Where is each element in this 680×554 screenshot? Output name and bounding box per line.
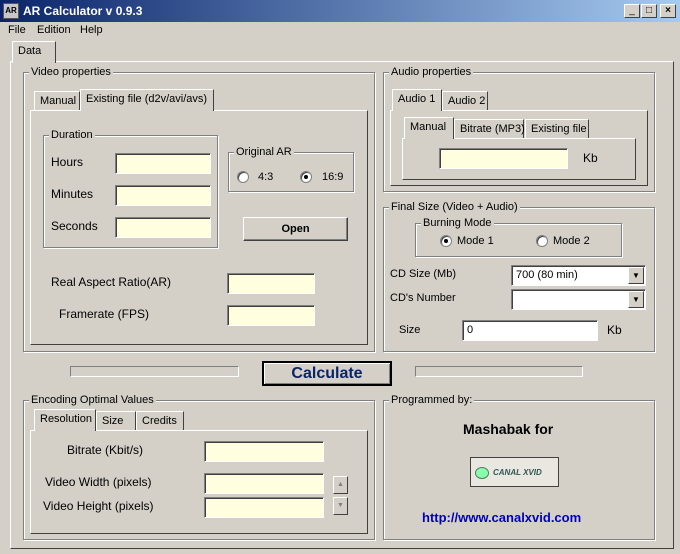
audio-size-unit: Kb — [583, 151, 598, 165]
audio-size-field[interactable] — [439, 148, 568, 169]
app-icon[interactable]: AR — [3, 3, 19, 19]
original-ar-legend: Original AR — [234, 146, 294, 158]
tab-video-existing-file[interactable]: Existing file (d2v/avi/avs) — [80, 89, 214, 111]
canalxvid-logo: CANAL XVID — [470, 457, 559, 487]
spin-down-button[interactable]: ▼ — [333, 497, 348, 515]
window-title: AR Calculator v 0.9.3 — [23, 4, 143, 18]
tab-audio-2[interactable]: Audio 2 — [442, 91, 488, 111]
menu-file[interactable]: File — [8, 24, 26, 36]
ar-4-3-radio[interactable] — [237, 171, 249, 183]
mode-1-radio[interactable] — [440, 235, 452, 247]
video-height-label: Video Height (pixels) — [43, 499, 154, 513]
tab-audio-existing-file[interactable]: Existing file — [525, 119, 589, 139]
chevron-down-icon[interactable]: ▼ — [628, 267, 644, 284]
credits-legend: Programmed by: — [389, 394, 475, 406]
author-text: Mashabak for — [463, 421, 554, 437]
menu-help[interactable]: Help — [80, 24, 103, 36]
hours-label: Hours — [51, 155, 84, 169]
seconds-label: Seconds — [51, 219, 98, 233]
open-button[interactable]: Open — [243, 217, 348, 241]
tab-audio-manual[interactable]: Manual — [404, 117, 454, 139]
minimize-button[interactable]: _ — [624, 4, 640, 18]
tab-audio-1[interactable]: Audio 1 — [392, 89, 442, 111]
ar-16-9-label: 16:9 — [322, 171, 344, 183]
bitrate-field[interactable] — [204, 441, 324, 462]
logo-text: CANAL XVID — [493, 468, 542, 477]
audio-properties-legend: Audio properties — [389, 66, 474, 78]
cd-size-select[interactable]: 700 (80 min) ▼ — [511, 265, 646, 286]
framerate-field[interactable] — [227, 305, 315, 326]
spin-up-button[interactable]: ▲ — [333, 476, 348, 494]
burning-mode-legend: Burning Mode — [421, 217, 494, 229]
calculate-button[interactable]: Calculate — [262, 361, 392, 386]
duration-legend: Duration — [49, 129, 95, 141]
hours-field[interactable] — [115, 153, 211, 174]
size-unit: Kb — [607, 323, 622, 337]
minutes-field[interactable] — [115, 185, 211, 206]
maximize-button[interactable]: □ — [641, 4, 657, 18]
framerate-label: Framerate (FPS) — [59, 307, 150, 321]
cd-number-select[interactable]: ▼ — [511, 289, 646, 310]
minutes-label: Minutes — [51, 187, 94, 201]
ar-4-3-label: 4:3 — [258, 171, 274, 183]
cd-number-label: CD's Number — [390, 292, 456, 304]
tab-credits[interactable]: Credits — [136, 411, 184, 431]
radio-selected-dot — [444, 239, 448, 243]
encoding-legend: Encoding Optimal Values — [29, 394, 156, 406]
mode-2-label: Mode 2 — [553, 235, 590, 247]
tab-resolution[interactable]: Resolution — [34, 409, 96, 431]
final-size-legend: Final Size (Video + Audio) — [389, 201, 520, 213]
progress-bar-right — [415, 366, 583, 377]
tab-data[interactable]: Data — [12, 41, 56, 63]
bitrate-label: Bitrate (Kbit/s) — [67, 443, 144, 457]
video-height-field[interactable] — [204, 497, 324, 518]
close-button[interactable]: × — [660, 4, 676, 18]
menu-edition[interactable]: Edition — [37, 24, 71, 36]
chevron-down-icon[interactable]: ▼ — [628, 291, 644, 308]
seconds-field[interactable] — [115, 217, 211, 238]
mode-2-radio[interactable] — [536, 235, 548, 247]
video-width-label: Video Width (pixels) — [45, 475, 152, 489]
size-field[interactable]: 0 — [462, 320, 598, 341]
cd-size-value: 700 (80 min) — [516, 269, 578, 281]
progress-bar-left — [70, 366, 239, 377]
real-ar-label: Real Aspect Ratio(AR) — [51, 275, 172, 289]
video-width-field[interactable] — [204, 473, 324, 494]
size-label: Size — [399, 324, 421, 336]
real-ar-field[interactable] — [227, 273, 315, 294]
website-link[interactable]: http://www.canalxvid.com — [422, 510, 581, 525]
logo-emblem-icon — [475, 467, 489, 479]
video-properties-legend: Video properties — [29, 66, 113, 78]
tab-video-manual[interactable]: Manual — [34, 91, 80, 111]
cd-size-label: CD Size (Mb) — [390, 268, 457, 280]
ar-16-9-radio[interactable] — [300, 171, 312, 183]
mode-1-label: Mode 1 — [457, 235, 494, 247]
radio-selected-dot — [304, 175, 308, 179]
tab-size[interactable]: Size — [96, 411, 136, 431]
tab-audio-bitrate[interactable]: Bitrate (MP3) — [454, 119, 525, 139]
